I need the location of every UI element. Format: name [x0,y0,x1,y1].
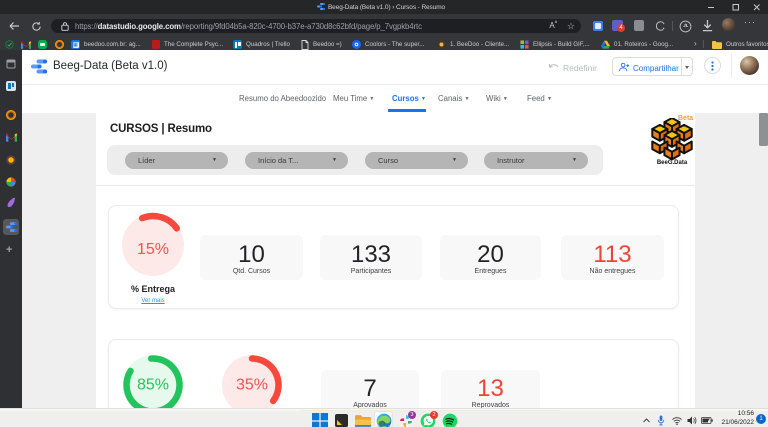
svg-text:85%: 85% [137,377,169,394]
svg-text:35%: 35% [236,377,268,394]
svg-text:15%: 15% [137,241,169,258]
